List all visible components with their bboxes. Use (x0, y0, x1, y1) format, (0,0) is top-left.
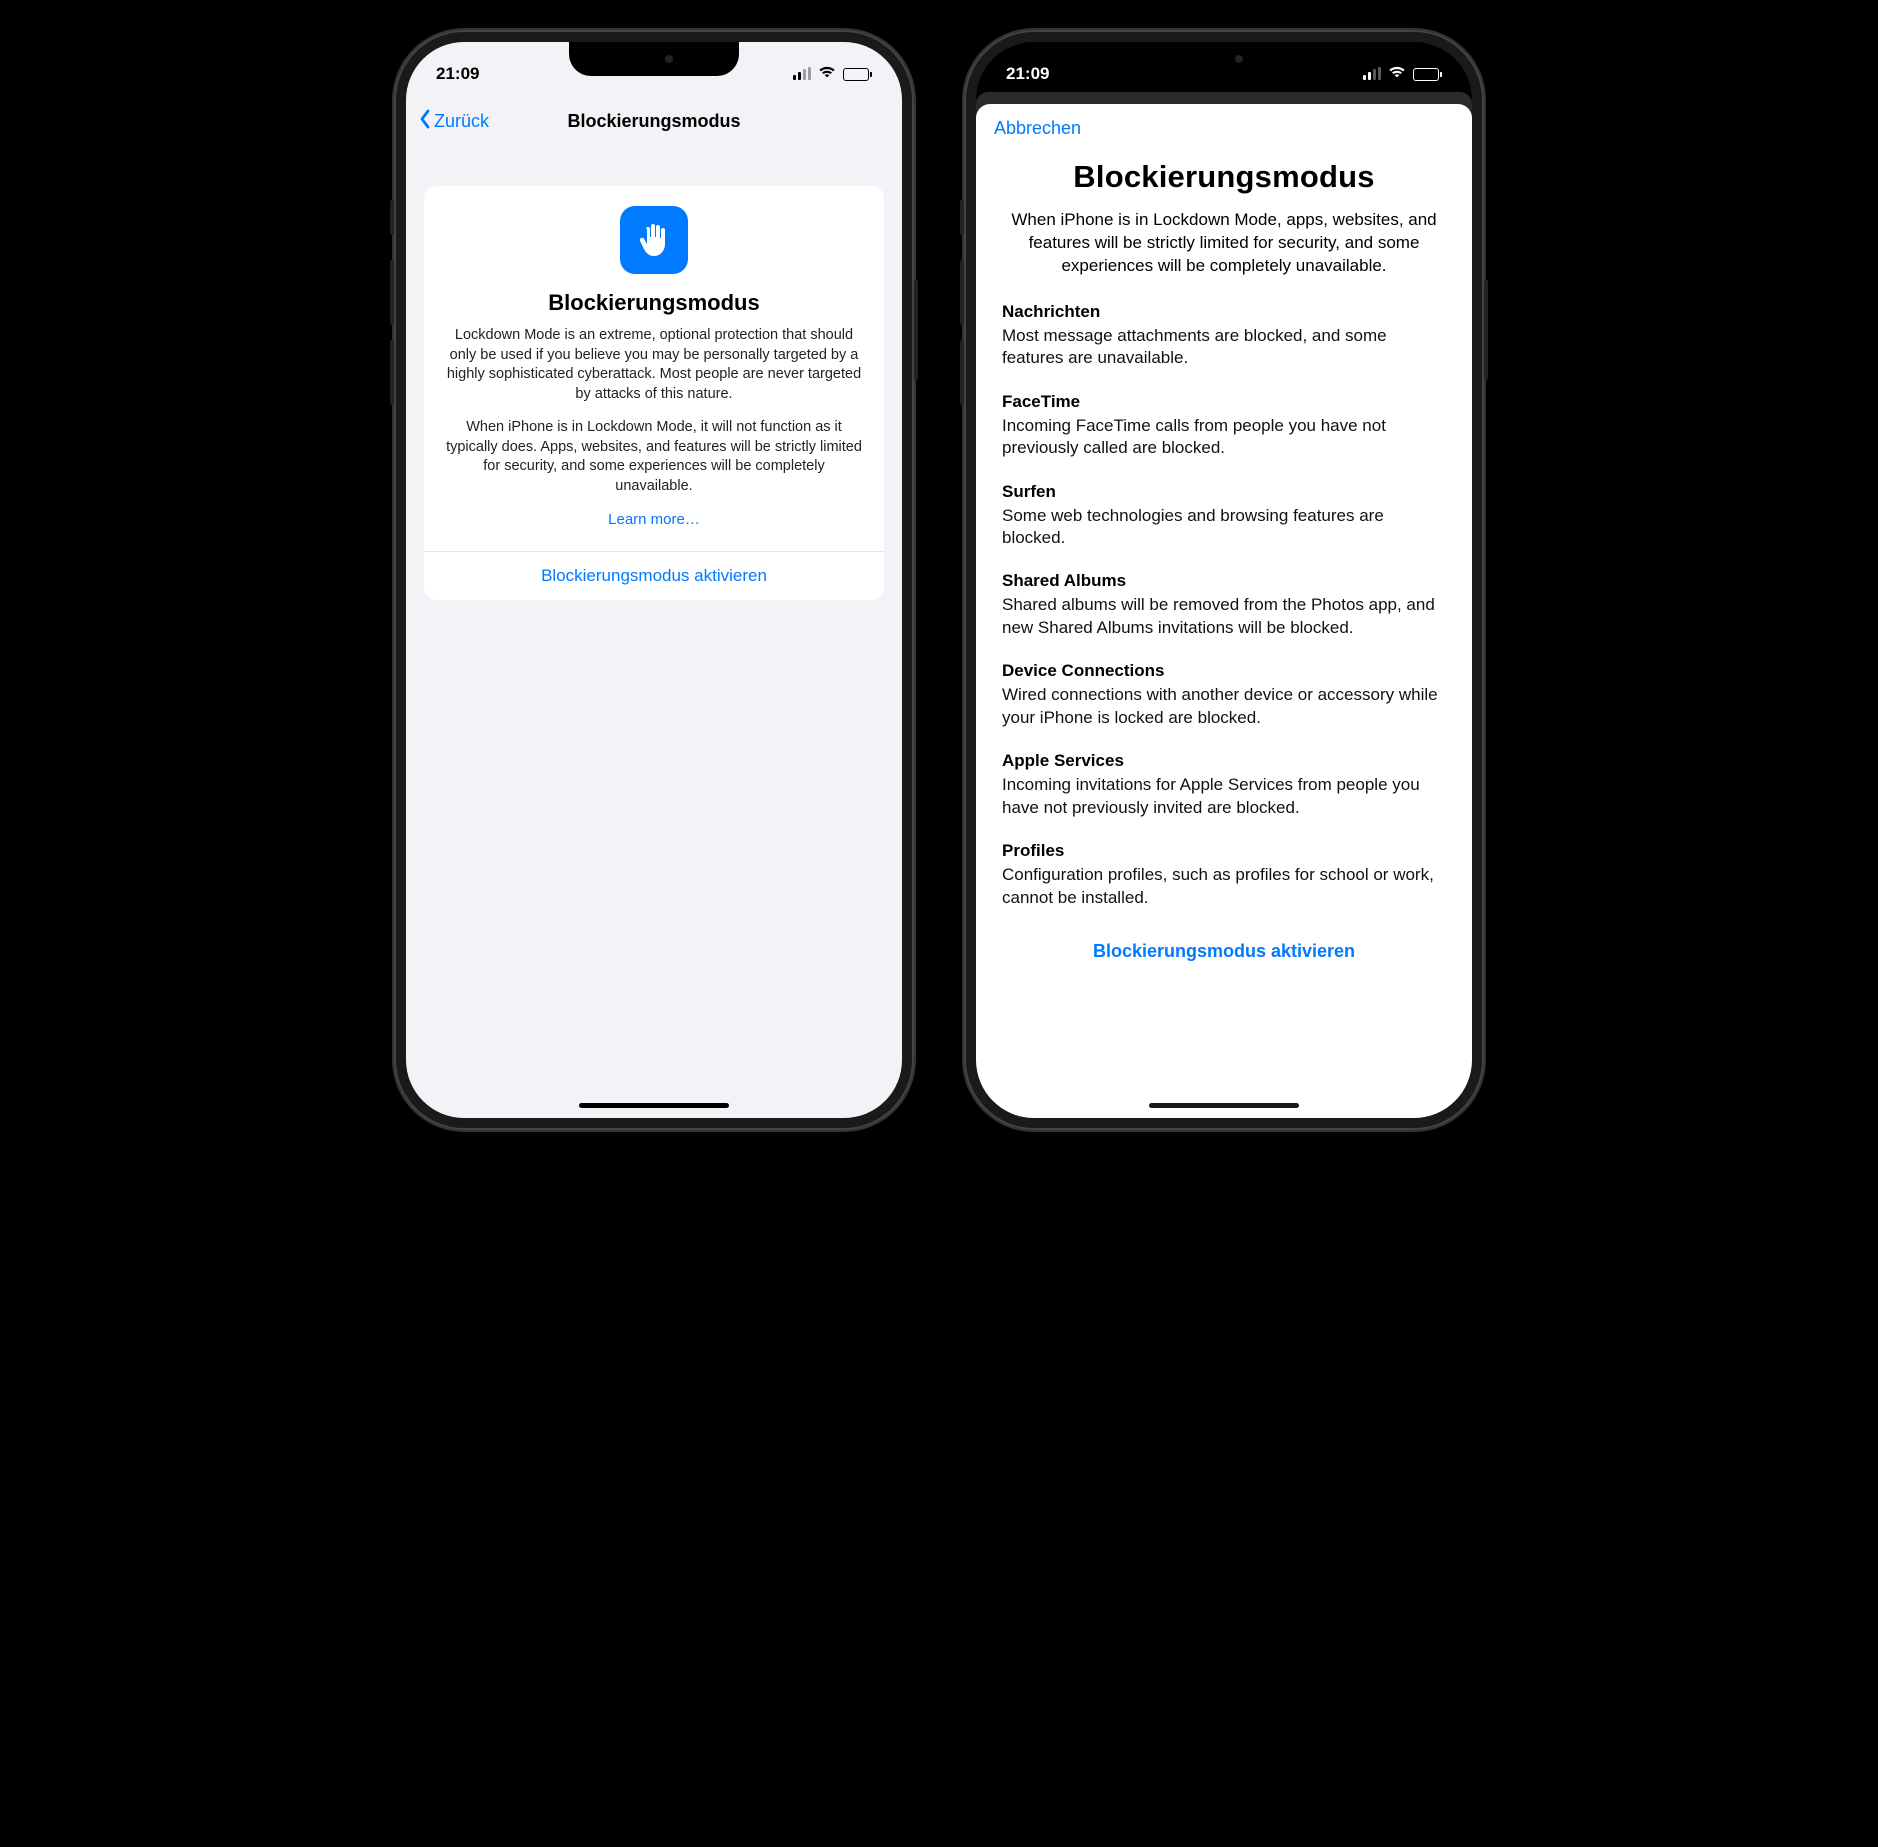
section-head: Apple Services (1002, 751, 1446, 771)
sheet-title: Blockierungsmodus (1002, 159, 1446, 195)
section-profiles: Profiles Configuration profiles, such as… (1002, 841, 1446, 909)
section-head: FaceTime (1002, 392, 1446, 412)
card-paragraph-2: When iPhone is in Lockdown Mode, it will… (444, 418, 864, 496)
section-body: Configuration profiles, such as profiles… (1002, 864, 1446, 909)
sheet-lead: When iPhone is in Lockdown Mode, apps, w… (1002, 209, 1446, 278)
cancel-button[interactable]: Abbrechen (994, 118, 1081, 138)
section-body: Wired connections with another device or… (1002, 684, 1446, 729)
wifi-icon (818, 64, 836, 84)
battery-icon (1413, 68, 1443, 81)
back-button[interactable]: Zurück (418, 109, 489, 134)
home-indicator[interactable] (1149, 1103, 1299, 1108)
wifi-icon (1388, 64, 1406, 84)
cellular-signal-icon (793, 68, 811, 80)
status-time: 21:09 (436, 64, 479, 84)
activate-lockdown-button[interactable]: Blockierungsmodus aktivieren (424, 552, 884, 600)
card-paragraph-1: Lockdown Mode is an extreme, optional pr… (444, 326, 864, 404)
section-head: Shared Albums (1002, 571, 1446, 591)
back-label: Zurück (434, 111, 489, 132)
lockdown-details-sheet: Abbrechen Blockierungsmodus When iPhone … (976, 104, 1472, 1118)
chevron-left-icon (418, 109, 432, 134)
section-facetime: FaceTime Incoming FaceTime calls from pe… (1002, 392, 1446, 460)
lockdown-info-card: Blockierungsmodus Lockdown Mode is an ex… (424, 186, 884, 600)
section-body: Incoming invitations for Apple Services … (1002, 774, 1446, 819)
section-device-connections: Device Connections Wired connections wit… (1002, 661, 1446, 729)
section-browsing: Surfen Some web technologies and browsin… (1002, 482, 1446, 550)
section-head: Device Connections (1002, 661, 1446, 681)
learn-more-link[interactable]: Learn more… (608, 511, 700, 528)
section-head: Profiles (1002, 841, 1446, 861)
status-time: 21:09 (1006, 64, 1049, 84)
section-body: Some web technologies and browsing featu… (1002, 505, 1446, 550)
hand-raised-icon (620, 206, 688, 274)
card-title: Blockierungsmodus (444, 290, 864, 316)
battery-icon (843, 68, 873, 81)
cellular-signal-icon (1363, 68, 1381, 80)
section-body: Shared albums will be removed from the P… (1002, 594, 1446, 639)
navigation-bar: Zurück Blockierungsmodus (406, 96, 902, 146)
activate-lockdown-button[interactable]: Blockierungsmodus aktivieren (1002, 931, 1446, 962)
section-head: Nachrichten (1002, 302, 1446, 322)
section-messages: Nachrichten Most message attachments are… (1002, 302, 1446, 370)
section-body: Most message attachments are blocked, an… (1002, 325, 1446, 370)
section-apple-services: Apple Services Incoming invitations for … (1002, 751, 1446, 819)
home-indicator[interactable] (579, 1103, 729, 1108)
section-shared-albums: Shared Albums Shared albums will be remo… (1002, 571, 1446, 639)
section-body: Incoming FaceTime calls from people you … (1002, 415, 1446, 460)
section-head: Surfen (1002, 482, 1446, 502)
